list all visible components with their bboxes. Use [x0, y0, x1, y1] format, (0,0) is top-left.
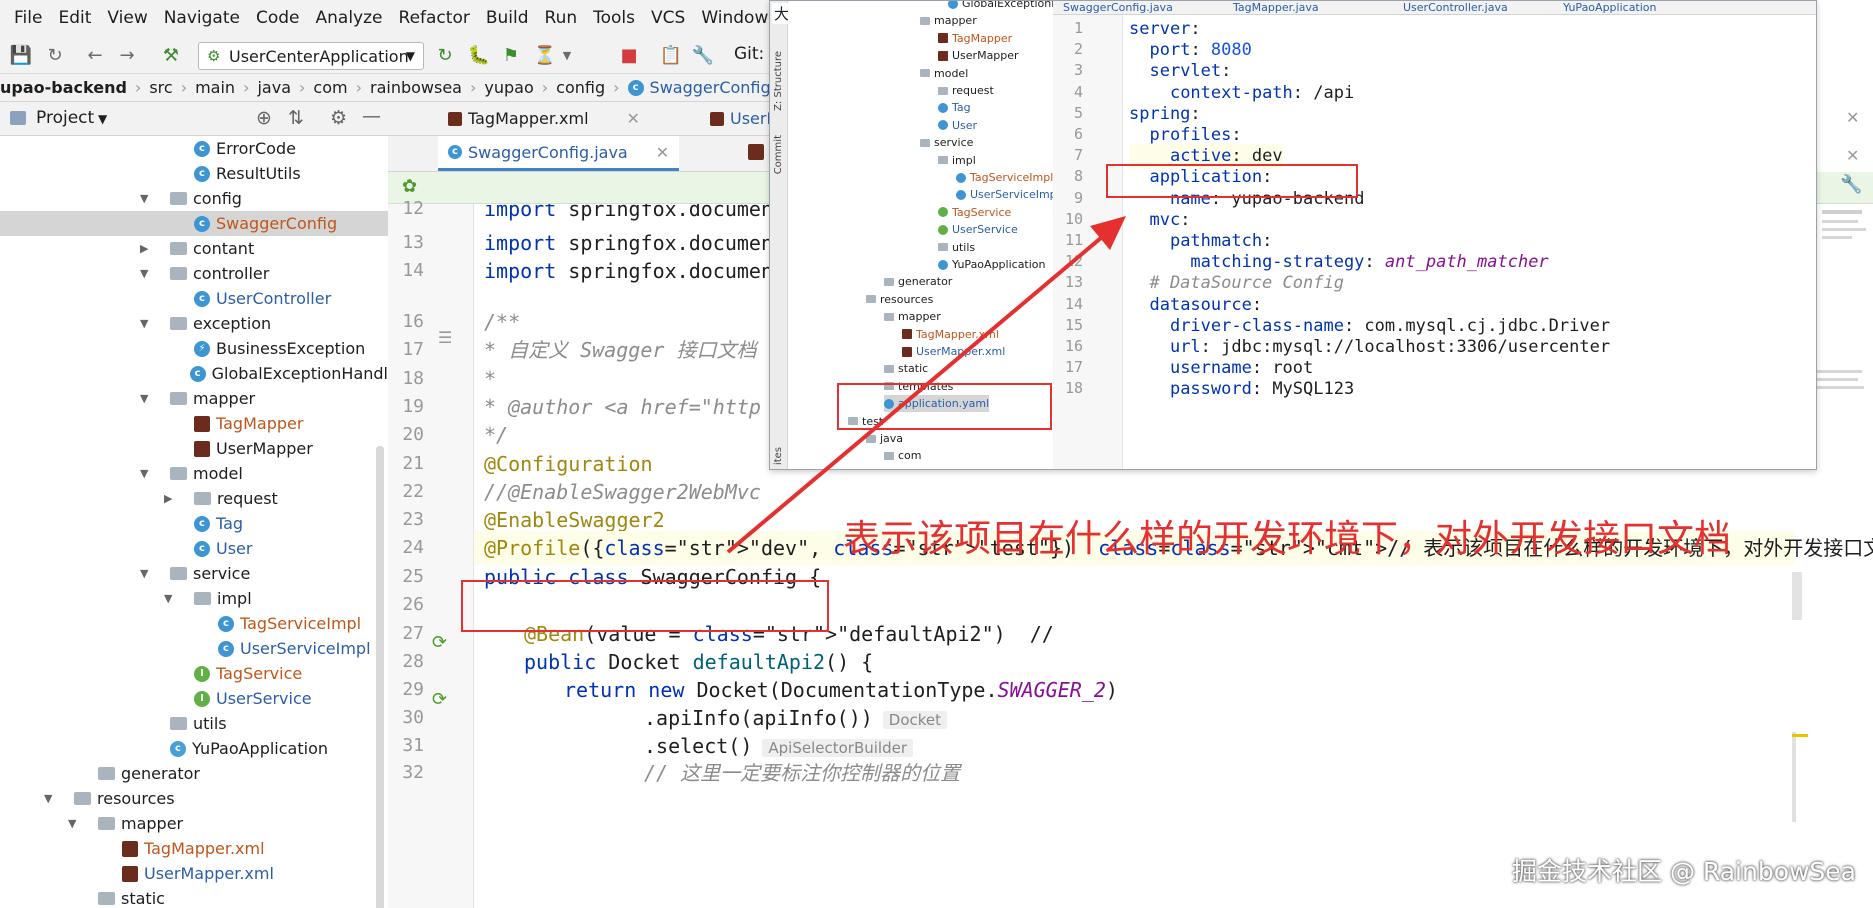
annotation-arrow-layer: [726, 216, 1126, 554]
annotation-arrow-line: [726, 230, 1110, 554]
annotation-note: 表示该项目在什么样的开发环境下，对外开发接口文档: [843, 517, 1731, 560]
watermark: 掘金技术社区 @ RainbowSea: [1512, 857, 1857, 886]
